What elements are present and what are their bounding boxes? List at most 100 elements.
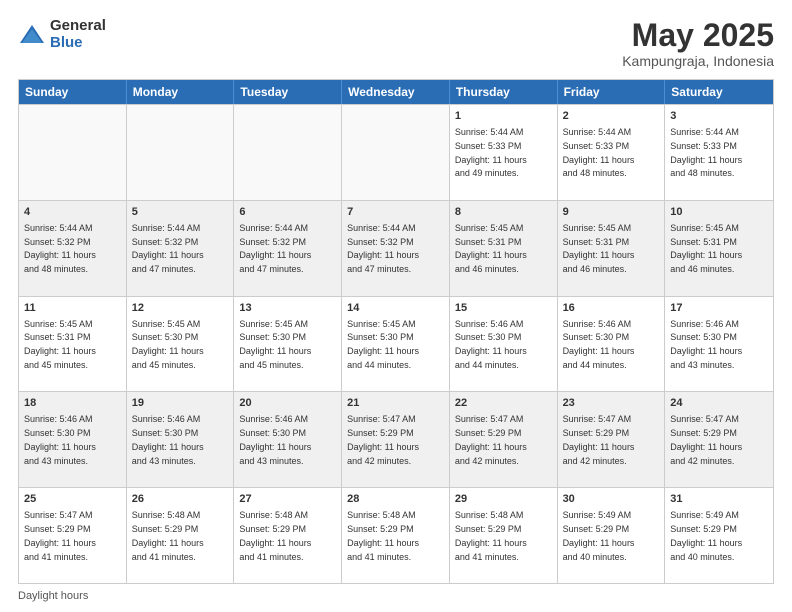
cell-info: Sunrise: 5:46 AM Sunset: 5:30 PM Dayligh… — [132, 414, 204, 465]
calendar-cell: 1 Sunrise: 5:44 AM Sunset: 5:33 PM Daylig… — [450, 105, 558, 200]
day-number: 5 — [132, 205, 229, 220]
calendar-cell: 4Sunrise: 5:44 AM Sunset: 5:32 PM Daylig… — [19, 201, 127, 296]
cell-info: Sunrise: 5:45 AM Sunset: 5:30 PM Dayligh… — [239, 319, 311, 370]
calendar-cell: 30 Sunrise: 5:49 AM Sunset: 5:29 PM Dayli… — [558, 488, 666, 583]
day-number: 12 — [132, 301, 229, 316]
day-number: 23 — [563, 396, 660, 411]
calendar-week-1: 1 Sunrise: 5:44 AM Sunset: 5:33 PM Daylig… — [19, 104, 773, 200]
cell-info: Sunrise: 5:44 AM Sunset: 5:33 PM Dayligh… — [455, 127, 527, 178]
calendar-cell: 29 Sunrise: 5:48 AM Sunset: 5:29 PM Dayli… — [450, 488, 558, 583]
day-number: 1 — [455, 109, 552, 124]
logo: General Blue — [18, 18, 106, 51]
calendar-week-3: 11Sunrise: 5:45 AM Sunset: 5:31 PM Dayli… — [19, 296, 773, 392]
calendar-cell — [234, 105, 342, 200]
header-thursday: Thursday — [450, 80, 558, 104]
calendar-cell: 26Sunrise: 5:48 AM Sunset: 5:29 PM Dayli… — [127, 488, 235, 583]
cell-info: Sunrise: 5:46 AM Sunset: 5:30 PM Dayligh… — [670, 319, 742, 370]
calendar-cell — [127, 105, 235, 200]
cell-info: Sunrise: 5:47 AM Sunset: 5:29 PM Dayligh… — [347, 414, 419, 465]
calendar-cell: 24 Sunrise: 5:47 AM Sunset: 5:29 PM Dayli… — [665, 392, 773, 487]
cell-info: Sunrise: 5:48 AM Sunset: 5:29 PM Dayligh… — [455, 510, 527, 561]
header-tuesday: Tuesday — [234, 80, 342, 104]
header-monday: Monday — [127, 80, 235, 104]
calendar: Sunday Monday Tuesday Wednesday Thursday… — [18, 79, 774, 584]
cell-info: Sunrise: 5:45 AM Sunset: 5:31 PM Dayligh… — [455, 223, 527, 274]
header-saturday: Saturday — [665, 80, 773, 104]
calendar-cell — [19, 105, 127, 200]
calendar-cell: 31 Sunrise: 5:49 AM Sunset: 5:29 PM Dayli… — [665, 488, 773, 583]
day-number: 9 — [563, 205, 660, 220]
calendar-cell: 20 Sunrise: 5:46 AM Sunset: 5:30 PM Dayli… — [234, 392, 342, 487]
calendar-cell: 2 Sunrise: 5:44 AM Sunset: 5:33 PM Daylig… — [558, 105, 666, 200]
day-number: 29 — [455, 492, 552, 507]
calendar-cell: 7Sunrise: 5:44 AM Sunset: 5:32 PM Daylig… — [342, 201, 450, 296]
day-number: 2 — [563, 109, 660, 124]
cell-info: Sunrise: 5:47 AM Sunset: 5:29 PM Dayligh… — [455, 414, 527, 465]
day-number: 26 — [132, 492, 229, 507]
calendar-cell: 10Sunrise: 5:45 AM Sunset: 5:31 PM Dayli… — [665, 201, 773, 296]
calendar-cell: 9 Sunrise: 5:45 AM Sunset: 5:31 PM Daylig… — [558, 201, 666, 296]
cell-info: Sunrise: 5:44 AM Sunset: 5:32 PM Dayligh… — [24, 223, 96, 274]
day-number: 20 — [239, 396, 336, 411]
logo-icon — [18, 21, 46, 49]
cell-info: Sunrise: 5:45 AM Sunset: 5:31 PM Dayligh… — [563, 223, 635, 274]
calendar-body: 1 Sunrise: 5:44 AM Sunset: 5:33 PM Daylig… — [19, 104, 773, 583]
day-number: 13 — [239, 301, 336, 316]
day-number: 15 — [455, 301, 552, 316]
calendar-cell: 15 Sunrise: 5:46 AM Sunset: 5:30 PM Dayli… — [450, 297, 558, 392]
calendar-cell: 11Sunrise: 5:45 AM Sunset: 5:31 PM Dayli… — [19, 297, 127, 392]
cell-info: Sunrise: 5:46 AM Sunset: 5:30 PM Dayligh… — [239, 414, 311, 465]
cell-info: Sunrise: 5:44 AM Sunset: 5:33 PM Dayligh… — [670, 127, 742, 178]
calendar-cell — [342, 105, 450, 200]
cell-info: Sunrise: 5:49 AM Sunset: 5:29 PM Dayligh… — [670, 510, 742, 561]
calendar-cell: 27 Sunrise: 5:48 AM Sunset: 5:29 PM Dayli… — [234, 488, 342, 583]
header-friday: Friday — [558, 80, 666, 104]
cell-info: Sunrise: 5:47 AM Sunset: 5:29 PM Dayligh… — [24, 510, 96, 561]
title-location: Kampungraja, Indonesia — [622, 53, 774, 69]
calendar-week-4: 18Sunrise: 5:46 AM Sunset: 5:30 PM Dayli… — [19, 391, 773, 487]
calendar-cell: 8 Sunrise: 5:45 AM Sunset: 5:31 PM Daylig… — [450, 201, 558, 296]
day-number: 24 — [670, 396, 768, 411]
cell-info: Sunrise: 5:47 AM Sunset: 5:29 PM Dayligh… — [670, 414, 742, 465]
cell-info: Sunrise: 5:44 AM Sunset: 5:33 PM Dayligh… — [563, 127, 635, 178]
calendar-cell: 28Sunrise: 5:48 AM Sunset: 5:29 PM Dayli… — [342, 488, 450, 583]
logo-general-label: General — [50, 18, 106, 35]
page: General Blue May 2025 Kampungraja, Indon… — [0, 0, 792, 612]
cell-info: Sunrise: 5:45 AM Sunset: 5:30 PM Dayligh… — [132, 319, 204, 370]
calendar-cell: 18Sunrise: 5:46 AM Sunset: 5:30 PM Dayli… — [19, 392, 127, 487]
cell-info: Sunrise: 5:44 AM Sunset: 5:32 PM Dayligh… — [347, 223, 419, 274]
cell-info: Sunrise: 5:44 AM Sunset: 5:32 PM Dayligh… — [239, 223, 311, 274]
cell-info: Sunrise: 5:45 AM Sunset: 5:31 PM Dayligh… — [670, 223, 742, 274]
header-sunday: Sunday — [19, 80, 127, 104]
title-block: May 2025 Kampungraja, Indonesia — [622, 18, 774, 69]
calendar-header: Sunday Monday Tuesday Wednesday Thursday… — [19, 80, 773, 104]
calendar-cell: 14Sunrise: 5:45 AM Sunset: 5:30 PM Dayli… — [342, 297, 450, 392]
day-number: 16 — [563, 301, 660, 316]
calendar-cell: 23 Sunrise: 5:47 AM Sunset: 5:29 PM Dayli… — [558, 392, 666, 487]
cell-info: Sunrise: 5:47 AM Sunset: 5:29 PM Dayligh… — [563, 414, 635, 465]
day-number: 3 — [670, 109, 768, 124]
calendar-cell: 3 Sunrise: 5:44 AM Sunset: 5:33 PM Daylig… — [665, 105, 773, 200]
calendar-week-2: 4Sunrise: 5:44 AM Sunset: 5:32 PM Daylig… — [19, 200, 773, 296]
cell-info: Sunrise: 5:45 AM Sunset: 5:30 PM Dayligh… — [347, 319, 419, 370]
calendar-cell: 19 Sunrise: 5:46 AM Sunset: 5:30 PM Dayli… — [127, 392, 235, 487]
day-number: 11 — [24, 301, 121, 316]
logo-blue-label: Blue — [50, 35, 106, 52]
cell-info: Sunrise: 5:48 AM Sunset: 5:29 PM Dayligh… — [239, 510, 311, 561]
calendar-cell: 5 Sunrise: 5:44 AM Sunset: 5:32 PM Daylig… — [127, 201, 235, 296]
day-number: 19 — [132, 396, 229, 411]
day-number: 6 — [239, 205, 336, 220]
cell-info: Sunrise: 5:44 AM Sunset: 5:32 PM Dayligh… — [132, 223, 204, 274]
day-number: 30 — [563, 492, 660, 507]
logo-text: General Blue — [50, 18, 106, 51]
title-month: May 2025 — [622, 18, 774, 53]
calendar-cell: 22Sunrise: 5:47 AM Sunset: 5:29 PM Dayli… — [450, 392, 558, 487]
day-number: 8 — [455, 205, 552, 220]
cell-info: Sunrise: 5:49 AM Sunset: 5:29 PM Dayligh… — [563, 510, 635, 561]
day-number: 27 — [239, 492, 336, 507]
calendar-week-5: 25Sunrise: 5:47 AM Sunset: 5:29 PM Dayli… — [19, 487, 773, 583]
header: General Blue May 2025 Kampungraja, Indon… — [18, 18, 774, 69]
day-number: 31 — [670, 492, 768, 507]
cell-info: Sunrise: 5:46 AM Sunset: 5:30 PM Dayligh… — [455, 319, 527, 370]
cell-info: Sunrise: 5:46 AM Sunset: 5:30 PM Dayligh… — [563, 319, 635, 370]
